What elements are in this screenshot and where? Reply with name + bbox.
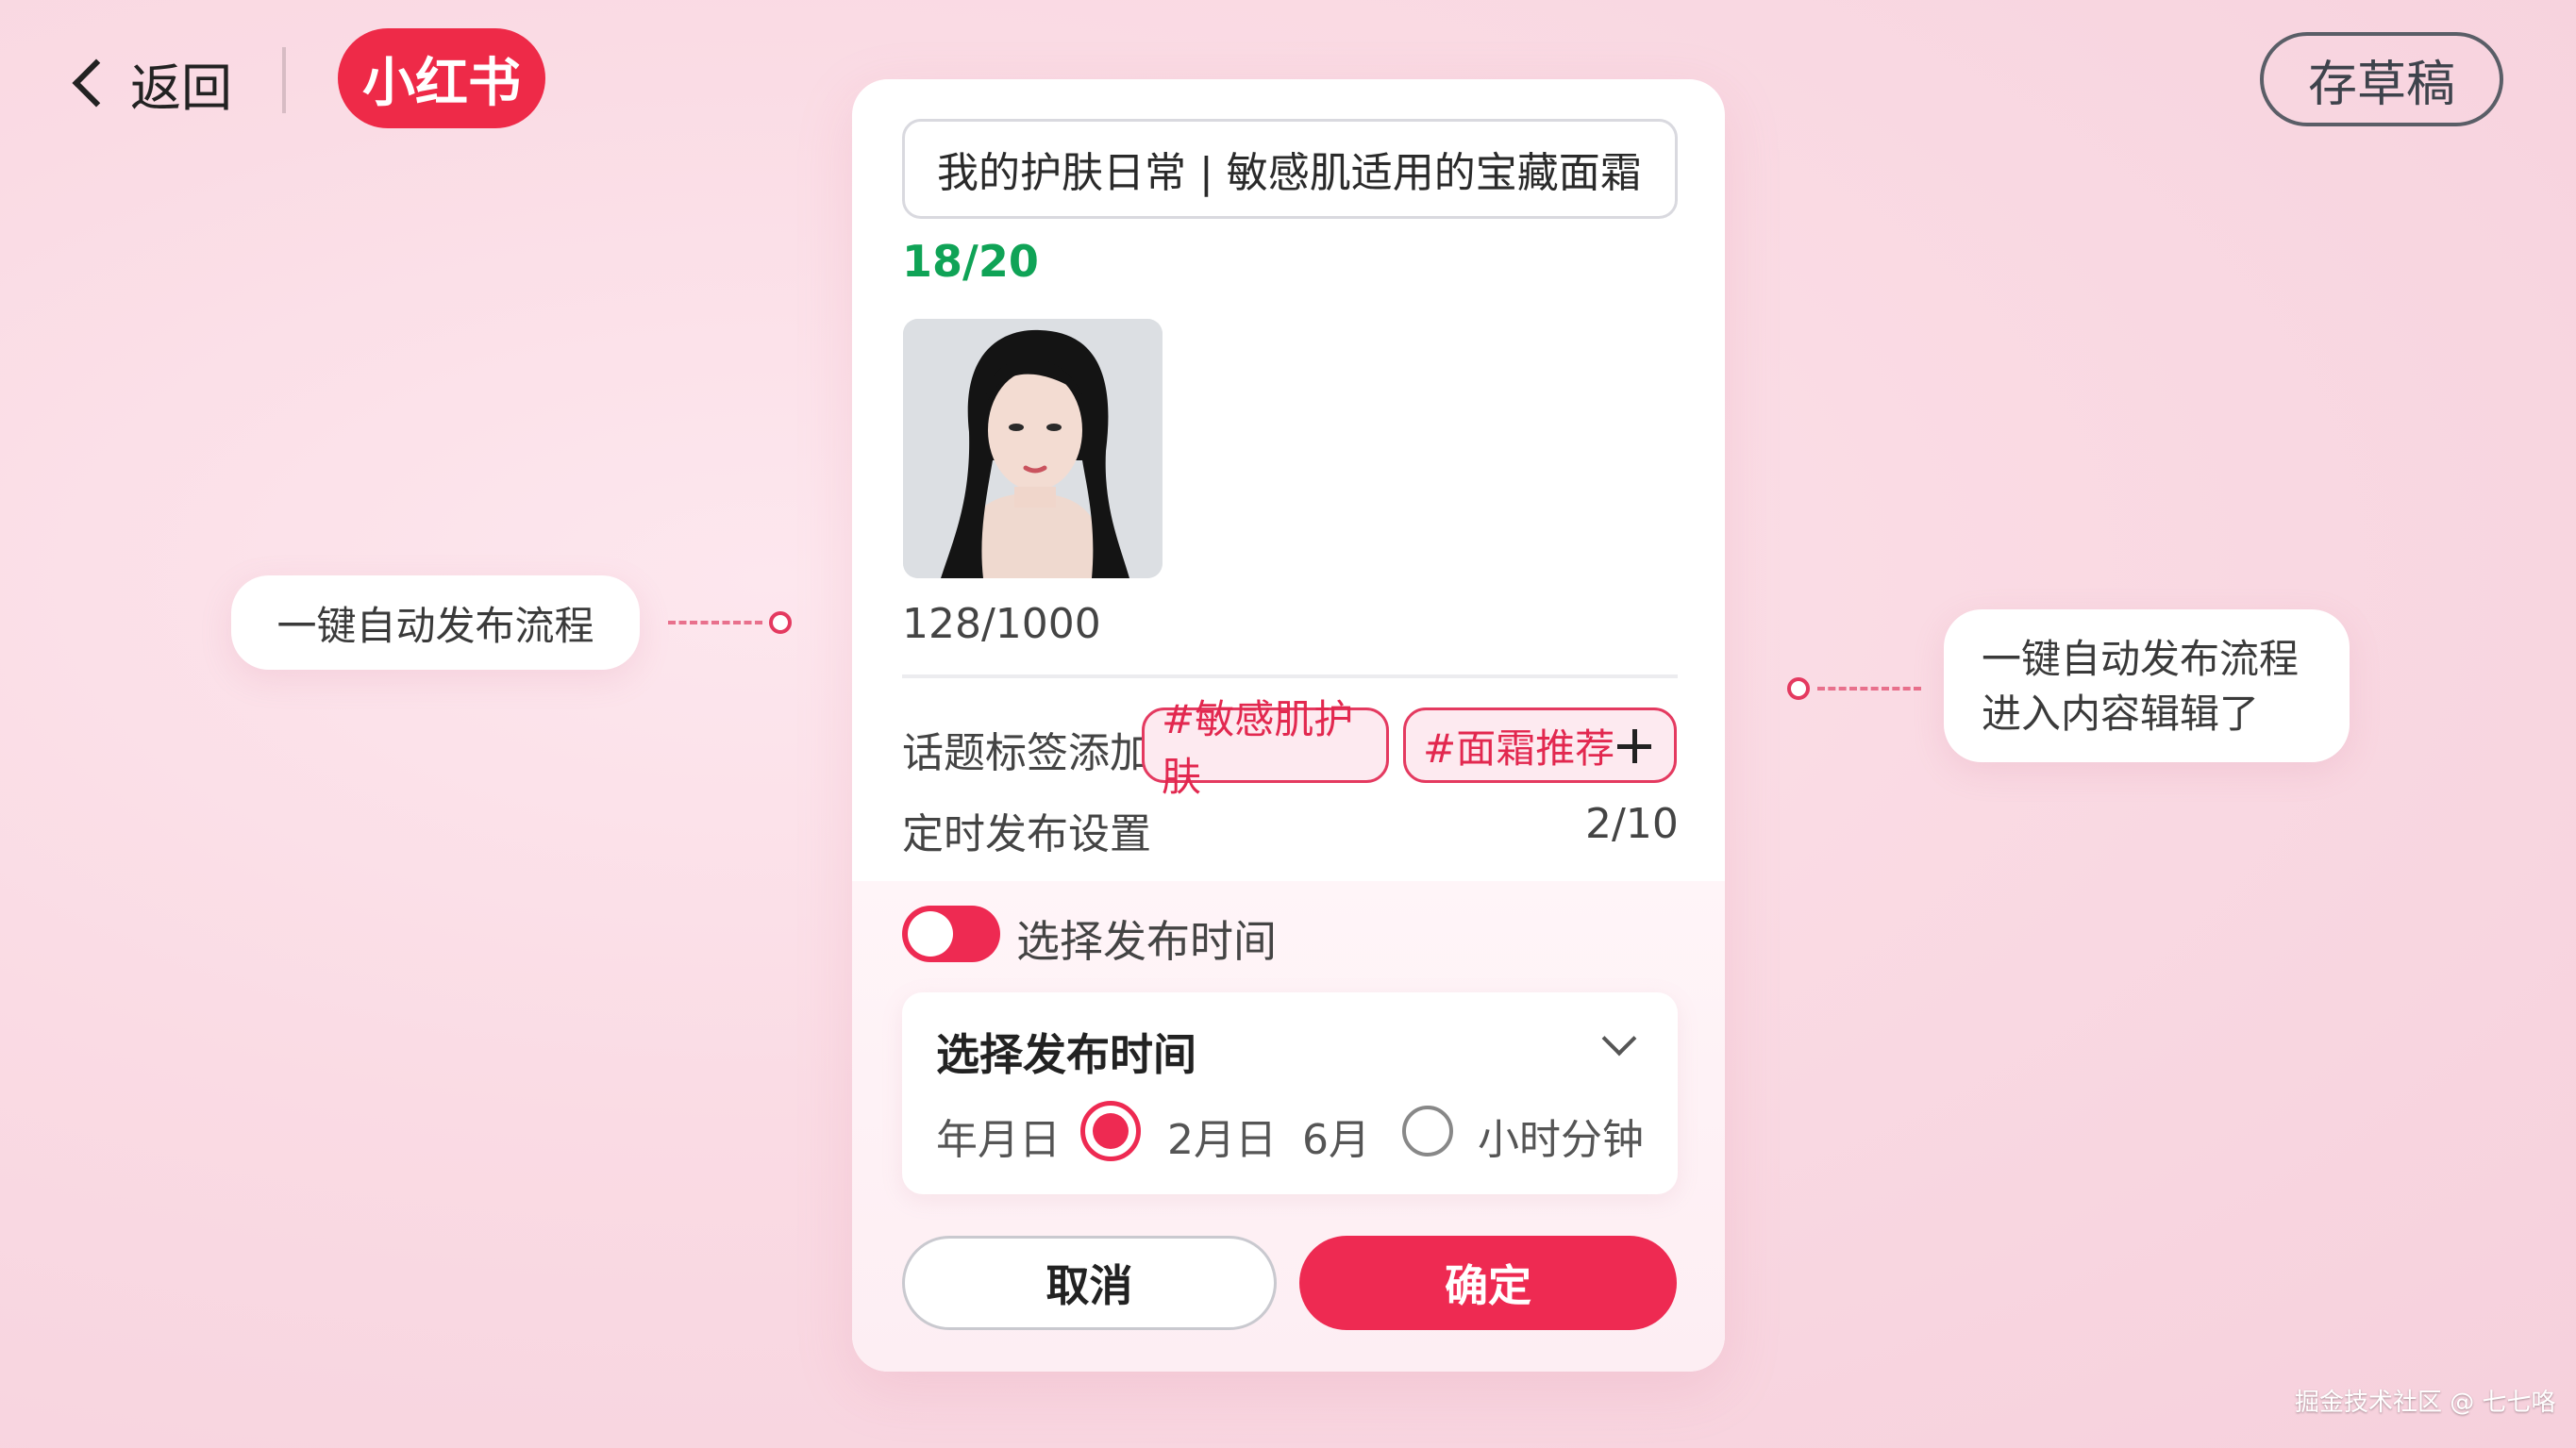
connector-dot-right	[1787, 677, 1810, 700]
confirm-button[interactable]: 确定	[1299, 1236, 1677, 1330]
back-label: 返回	[130, 58, 232, 118]
callout-right-line1: 一键自动发布流程	[1982, 636, 2300, 682]
topic-tag[interactable]: #面霜推荐	[1403, 707, 1677, 783]
picker-option-value: 2月日	[1167, 1116, 1277, 1164]
chevron-left-icon	[72, 58, 121, 108]
add-tag-icon[interactable]	[1610, 722, 1659, 771]
topic-tag-label: #敏感肌护肤	[1162, 696, 1354, 800]
picker-option-month: 6月	[1302, 1116, 1370, 1164]
picker-option-date: 年月日	[936, 1116, 1061, 1164]
title-input[interactable]: 我的护肤日常 | 敏感肌适用的宝藏面霜	[902, 119, 1678, 219]
cancel-button[interactable]: 取消	[902, 1236, 1277, 1330]
toggle-knob	[908, 911, 953, 957]
back-button[interactable]: 返回	[68, 45, 232, 121]
toggle-label: 选择发布时间	[1016, 916, 1277, 967]
topic-tag[interactable]: #敏感肌护肤	[1142, 696, 1389, 800]
schedule-count: 2/10	[1585, 800, 1679, 848]
radio-unselected[interactable]	[1402, 1106, 1453, 1157]
callout-right: 一键自动发布流程 进入内容辑辑了	[1944, 609, 2350, 762]
tag-section-label: 话题标签添加	[902, 729, 1151, 777]
radio-selected[interactable]	[1080, 1101, 1141, 1161]
callout-right-line2: 进入内容辑辑了	[1982, 691, 2260, 737]
portrait-image	[903, 319, 1163, 578]
connector-line-left	[668, 621, 762, 624]
callout-left: 一键自动发布流程	[231, 575, 640, 670]
connector-line-right	[1817, 687, 1921, 691]
time-picker-title: 选择发布时间	[936, 1029, 1196, 1080]
app-logo: 小红书	[338, 28, 545, 128]
title-char-count: 18/20	[902, 236, 1039, 287]
schedule-label: 定时发布设置	[902, 810, 1151, 858]
picker-option-time: 小时分钟	[1478, 1116, 1644, 1164]
section-divider	[902, 674, 1678, 678]
save-draft-button[interactable]: 存草稿	[2260, 32, 2503, 126]
header-divider	[282, 47, 286, 113]
cover-image-thumbnail[interactable]	[903, 319, 1163, 578]
callout-left-text: 一键自动发布流程	[276, 602, 594, 649]
body-char-count: 128/1000	[902, 600, 1101, 648]
schedule-toggle[interactable]	[902, 906, 1000, 962]
topic-tag-label: #面霜推荐	[1423, 724, 1615, 772]
watermark: 掘金技术社区 @ 七七咯	[2295, 1389, 2556, 1417]
connector-dot-left	[769, 611, 792, 634]
